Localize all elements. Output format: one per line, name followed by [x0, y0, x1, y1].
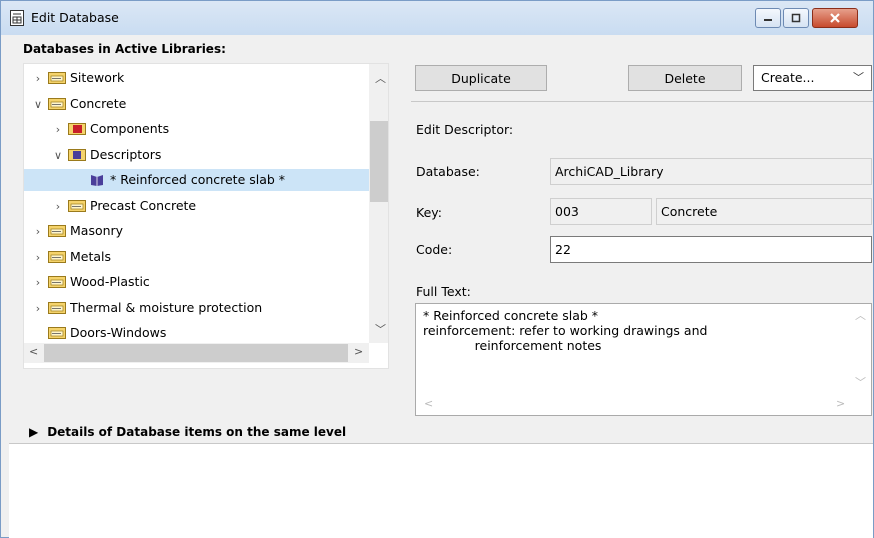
folder-icon [48, 276, 66, 288]
details-label: Details of Database items on the same le… [47, 425, 347, 439]
tree-item[interactable]: * Reinforced concrete slab * [24, 169, 369, 191]
create-dropdown[interactable]: Create... ﹀ [753, 65, 872, 91]
chevron-right-icon[interactable]: › [32, 221, 44, 243]
scroll-left-icon[interactable]: < [424, 397, 433, 410]
tree-item[interactable]: ∨ Concrete [32, 93, 126, 115]
tree-item[interactable]: › Metals [32, 246, 111, 268]
chevron-right-icon[interactable]: › [52, 196, 64, 218]
triangle-right-icon: ▶ [29, 425, 39, 439]
database-tree[interactable]: Doors-Windows › Thermal & moisture protect… [23, 63, 389, 369]
database-app-icon [10, 10, 24, 26]
tree-item-label: Concrete [70, 95, 127, 111]
database-label: Database: [416, 164, 480, 179]
chevron-down-icon[interactable]: ∨ [32, 94, 44, 116]
code-input[interactable]: 22 [550, 236, 872, 263]
tree-item-label: Components [90, 121, 170, 136]
folder-icon [48, 327, 66, 339]
edit-descriptor-label: Edit Descriptor: [416, 122, 514, 137]
window-title: Edit Database [31, 10, 119, 25]
chevron-down-icon: ﹀ [853, 71, 864, 84]
delete-button[interactable]: Delete [628, 65, 742, 91]
tree-item[interactable]: › Masonry [32, 220, 123, 242]
key-label: Key: [416, 205, 442, 220]
full-text-vertical-scrollbar[interactable]: ︿ ﹀ [851, 304, 871, 396]
folder-icon [48, 97, 66, 110]
close-button[interactable] [812, 8, 858, 28]
book-icon [91, 175, 103, 186]
minimize-button[interactable] [755, 8, 781, 28]
edit-database-window: Edit Database Databases in Active Librar… [0, 0, 874, 538]
folder-icon [48, 225, 66, 237]
close-icon [830, 13, 840, 23]
tree-item[interactable]: › Components [52, 118, 169, 140]
chevron-right-icon[interactable]: › [32, 272, 44, 294]
scroll-right-icon[interactable]: > [836, 397, 845, 410]
folder-icon [48, 250, 66, 263]
tree-item-label: Metals [70, 248, 112, 264]
create-dropdown-value: Create... [761, 70, 815, 85]
details-expander[interactable]: ▶ Details of Database items on the same … [29, 425, 346, 439]
chevron-right-icon[interactable]: › [32, 247, 44, 269]
tree-vscroll-thumb[interactable] [370, 121, 388, 202]
maximize-icon [791, 13, 801, 23]
full-text-content[interactable]: * Reinforced concrete slab * reinforceme… [423, 308, 707, 353]
duplicate-button[interactable]: Duplicate [415, 65, 547, 91]
title-bar[interactable]: Edit Database [1, 1, 873, 35]
tree-vertical-scrollbar[interactable]: ︿ ﹀ [369, 64, 388, 343]
key-name-field: Concrete [656, 198, 872, 225]
full-text-label: Full Text: [416, 284, 471, 299]
tree-item-label: Thermal & moisture protection [70, 299, 263, 315]
folder-icon [68, 199, 86, 212]
tree-item[interactable]: ∨ Descriptors [52, 144, 161, 166]
descriptors-icon [68, 148, 86, 161]
scroll-right-icon[interactable]: > [354, 345, 363, 358]
tree-item[interactable]: › Thermal & moisture protection [32, 297, 262, 319]
tree-item[interactable]: Doors-Windows [32, 322, 166, 344]
libraries-header: Databases in Active Libraries: [23, 42, 226, 56]
full-text-area[interactable]: * Reinforced concrete slab * reinforceme… [415, 303, 872, 416]
scroll-up-icon[interactable]: ︿ [375, 70, 386, 86]
key-field: 003 [550, 198, 652, 225]
tree-item[interactable]: › Sitework [32, 67, 124, 89]
chevron-right-icon[interactable]: › [52, 119, 64, 141]
scroll-down-icon[interactable]: ﹀ [855, 374, 866, 390]
folder-icon [48, 72, 66, 84]
tree-horizontal-scrollbar[interactable]: < > [24, 343, 369, 363]
maximize-button[interactable] [783, 8, 809, 28]
components-icon [68, 123, 86, 135]
database-field: ArchiCAD_Library [550, 158, 872, 185]
tree-item-label: Wood-Plastic [70, 274, 150, 289]
tree-hscroll-thumb[interactable] [44, 344, 348, 362]
tree-item-label: Masonry [70, 223, 124, 238]
folder-icon [48, 301, 66, 314]
scroll-down-icon[interactable]: ﹀ [375, 321, 386, 337]
minimize-icon [764, 19, 772, 21]
details-pane [9, 443, 873, 538]
chevron-right-icon[interactable]: › [32, 298, 44, 320]
tree-item-label: * Reinforced concrete slab * [110, 172, 286, 187]
full-text-horizontal-scrollbar[interactable]: < > [416, 395, 851, 415]
tree-item-label: Sitework [70, 70, 125, 85]
code-label: Code: [416, 242, 453, 257]
tree-item-label: Descriptors [90, 146, 162, 162]
tree-item-label: Doors-Windows [70, 325, 167, 340]
scroll-left-icon[interactable]: < [29, 345, 38, 358]
chevron-right-icon[interactable]: › [32, 68, 44, 90]
tree-item[interactable]: › Precast Concrete [52, 195, 196, 217]
tree-item-label: Precast Concrete [90, 197, 197, 213]
tree-item[interactable]: › Wood-Plastic [32, 271, 150, 293]
chevron-down-icon[interactable]: ∨ [52, 145, 64, 167]
divider [411, 101, 873, 102]
scroll-up-icon[interactable]: ︿ [855, 307, 866, 323]
